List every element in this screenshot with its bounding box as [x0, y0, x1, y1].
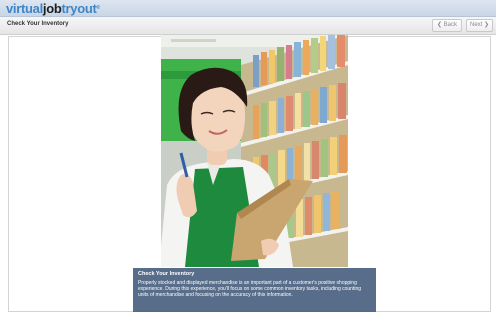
- page-title: Check Your Inventory: [7, 21, 69, 27]
- back-button[interactable]: ❮ Back: [432, 19, 462, 32]
- caption-body: Properly stocked and displayed merchandi…: [138, 280, 362, 299]
- store-employee-illustration: a i: [161, 35, 348, 267]
- toolbar: Check Your Inventory ❮ Back Next ❯: [0, 17, 496, 35]
- logo-text-virtual: virtual: [6, 1, 43, 16]
- logo-registered-mark: ®: [96, 5, 101, 11]
- app-header: virtualjobtryout®: [0, 0, 496, 17]
- caption-title: Check Your Inventory: [138, 271, 195, 277]
- intro-caption-box: Check Your Inventory Properly stocked an…: [133, 268, 376, 312]
- next-button[interactable]: Next ❯: [466, 19, 493, 32]
- logo-text-tryout: tryout: [61, 1, 97, 16]
- logo-text-job: job: [42, 1, 62, 16]
- virtual-job-tryout-logo: virtualjobtryout®: [6, 1, 100, 16]
- store-employee-photo: a i: [161, 35, 348, 267]
